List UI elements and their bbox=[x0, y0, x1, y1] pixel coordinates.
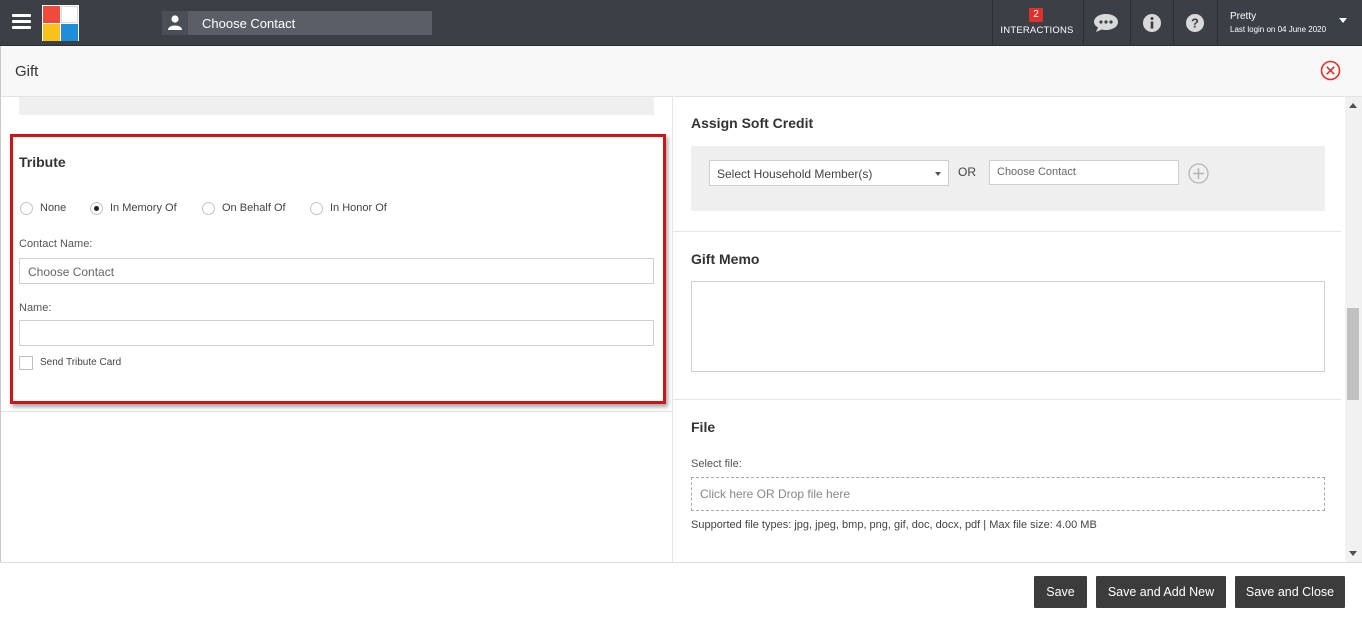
info-icon[interactable] bbox=[1131, 0, 1173, 46]
menu-icon[interactable] bbox=[12, 14, 31, 30]
radio-in-honor-of[interactable] bbox=[310, 202, 323, 215]
radio-in-memory-of[interactable] bbox=[90, 202, 103, 215]
save-and-close-button[interactable]: Save and Close bbox=[1235, 576, 1345, 608]
save-and-add-new-button[interactable]: Save and Add New bbox=[1096, 576, 1226, 608]
modal-footer: Save Save and Add New Save and Close bbox=[0, 562, 1362, 623]
global-contact-search[interactable]: Choose Contact bbox=[162, 11, 432, 35]
chat-icon[interactable] bbox=[1085, 0, 1127, 46]
radio-label-on-behalf-of: On Behalf Of bbox=[222, 202, 286, 214]
scrollbar-thumb[interactable] bbox=[1347, 308, 1359, 400]
send-tribute-card-label: Send Tribute Card bbox=[40, 357, 122, 368]
modal-title: Gift bbox=[15, 63, 39, 80]
save-button[interactable]: Save bbox=[1034, 576, 1087, 608]
gift-memo-textarea[interactable] bbox=[691, 281, 1325, 372]
app-logo[interactable] bbox=[42, 5, 79, 41]
file-help-text: Supported file types: jpg, jpeg, bmp, pn… bbox=[691, 519, 1097, 531]
user-name: Pretty bbox=[1230, 11, 1257, 22]
or-label: OR bbox=[958, 165, 976, 179]
radio-none[interactable] bbox=[20, 202, 33, 215]
interactions-count-badge: 2 bbox=[1029, 8, 1043, 22]
file-title: File bbox=[691, 419, 716, 435]
name-label: Name: bbox=[19, 302, 52, 314]
select-file-label: Select file: bbox=[691, 458, 742, 470]
send-tribute-card-checkbox[interactable] bbox=[19, 356, 33, 370]
scroll-up-arrow-icon[interactable] bbox=[1349, 103, 1357, 108]
radio-on-behalf-of[interactable] bbox=[202, 202, 215, 215]
modal-header: Gift bbox=[0, 46, 1362, 97]
soft-credit-title: Assign Soft Credit bbox=[691, 115, 814, 131]
contact-name-label: Contact Name: bbox=[19, 238, 93, 250]
scrollbar[interactable] bbox=[1345, 97, 1362, 562]
gift-memo-title: Gift Memo bbox=[691, 251, 760, 267]
right-divider-1 bbox=[673, 231, 1341, 232]
gift-form-body: Tribute None In Memory Of On Behalf Of I… bbox=[0, 97, 1362, 562]
search-placeholder: Choose Contact bbox=[202, 16, 296, 31]
left-divider bbox=[0, 411, 672, 412]
interactions-label: INTERACTIONS bbox=[1000, 25, 1074, 36]
top-navigation-bar: Choose Contact 2 INTERACTIONS ? Pretty L… bbox=[0, 0, 1362, 46]
scroll-down-arrow-icon[interactable] bbox=[1349, 551, 1357, 556]
interactions-button[interactable]: 2 INTERACTIONS bbox=[993, 0, 1081, 46]
radio-label-none: None bbox=[40, 202, 67, 214]
user-menu[interactable]: Pretty Last login on 04 June 2020 bbox=[1230, 11, 1326, 34]
last-login-text: Last login on 04 June 2020 bbox=[1230, 25, 1327, 34]
person-icon bbox=[162, 11, 188, 35]
previous-section-footer bbox=[19, 97, 654, 115]
tribute-contact-input[interactable]: Choose Contact bbox=[19, 258, 654, 284]
file-dropzone[interactable]: Click here OR Drop file here bbox=[691, 477, 1325, 511]
tribute-name-input[interactable] bbox=[19, 320, 654, 346]
soft-credit-contact-input[interactable]: Choose Contact bbox=[989, 160, 1179, 185]
chevron-down-icon bbox=[935, 172, 941, 176]
add-circle-icon[interactable] bbox=[1188, 163, 1209, 189]
household-member-select-value: Select Household Member(s) bbox=[717, 167, 873, 181]
tribute-title: Tribute bbox=[19, 154, 66, 170]
close-icon[interactable] bbox=[1320, 60, 1341, 81]
svg-text:?: ? bbox=[1191, 16, 1199, 31]
radio-label-in-honor-of: In Honor Of bbox=[330, 202, 387, 214]
column-divider bbox=[672, 97, 673, 562]
chevron-down-icon[interactable] bbox=[1339, 18, 1347, 23]
frame-edge bbox=[0, 46, 1, 623]
radio-label-in-memory-of: In Memory Of bbox=[110, 202, 177, 214]
right-divider-2 bbox=[673, 399, 1341, 400]
help-icon[interactable]: ? bbox=[1174, 0, 1216, 46]
household-member-select[interactable]: Select Household Member(s) bbox=[709, 160, 949, 186]
